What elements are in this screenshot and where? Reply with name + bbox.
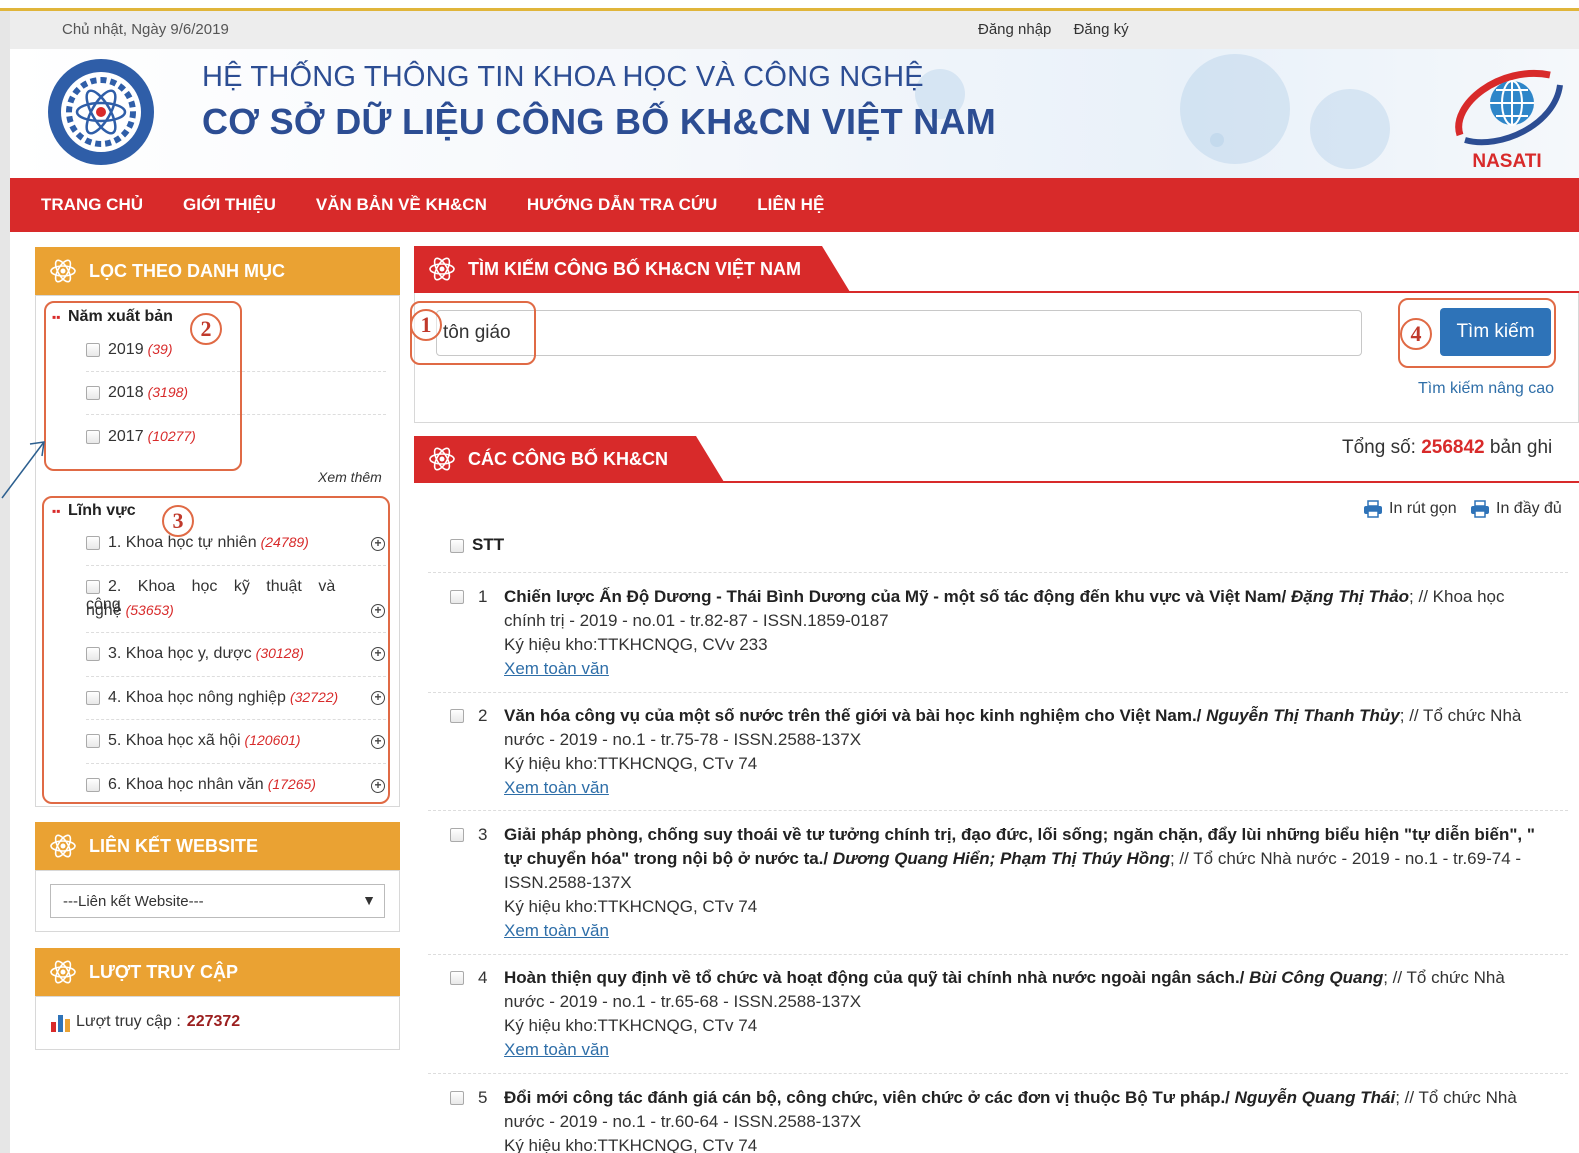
view-fulltext-link[interactable]: Xem toàn văn xyxy=(504,1040,609,1059)
record-storage: Ký hiệu kho:TTKHCNQG, CTv 74 xyxy=(504,1016,758,1035)
dropdown-arrow-icon: ▼ xyxy=(362,892,376,908)
bar-chart-icon xyxy=(51,1015,70,1032)
record-authors: Bùi Công Quang xyxy=(1249,968,1384,987)
decor-bubble xyxy=(1210,133,1224,147)
links-panel-title: LIÊN KẾT WEBSITE xyxy=(89,835,259,856)
year-more-link[interactable]: Xem thêm xyxy=(318,469,382,485)
main-nav: TRANG CHỦ GIỚI THIỆU VĂN BẢN VỀ KH&CN HƯ… xyxy=(10,178,1579,232)
record-authors: Nguyễn Quang Thái xyxy=(1234,1088,1396,1107)
record-title[interactable]: Hoàn thiện quy định về tổ chức và hoạt đ… xyxy=(504,968,1244,987)
record-title[interactable]: Đổi mới công tác đánh giá cán bộ, công c… xyxy=(504,1088,1230,1107)
record-checkbox[interactable] xyxy=(450,1091,464,1105)
decor-bubble xyxy=(1310,89,1390,169)
search-section-header: TÌM KIẾM CÔNG BỐ KH&CN VIỆT NAM xyxy=(414,246,850,292)
view-fulltext-link[interactable]: Xem toàn văn xyxy=(504,778,609,797)
printer-icon xyxy=(1471,500,1489,518)
annotation-marker-4: 4 xyxy=(1400,318,1432,350)
auth-links: Đăng nhập Đăng ký xyxy=(978,21,1147,38)
record-authors: Nguyễn Thị Thanh Thủy xyxy=(1206,706,1400,725)
record-checkbox[interactable] xyxy=(450,971,464,985)
database-title: CƠ SỞ DỮ LIỆU CÔNG BỐ KH&CN VIỆT NAM xyxy=(202,101,997,142)
result-record: 4 Hoàn thiện quy định về tổ chức và hoạt… xyxy=(450,966,1550,1062)
atom-icon xyxy=(50,960,76,984)
result-record: 1 Chiến lược Ấn Độ Dương - Thái Bình Dươ… xyxy=(450,585,1550,681)
ministry-logo[interactable] xyxy=(46,57,156,167)
annotation-arrow xyxy=(1,441,45,499)
visits-panel-title: LƯỢT TRUY CẬP xyxy=(89,961,238,982)
result-record: 5 Đổi mới công tác đánh giá cán bộ, công… xyxy=(450,1086,1550,1153)
results-section-header: CÁC CÔNG BỐ KH&CN xyxy=(414,436,724,482)
filter-panel-header: LỌC THEO DANH MỤC xyxy=(35,247,400,295)
record-storage: Ký hiệu kho:TTKHCNQG, CVv 233 xyxy=(504,635,768,654)
decor-bubble xyxy=(1180,54,1290,164)
visit-count: 227372 xyxy=(186,1013,241,1030)
divider xyxy=(428,572,1568,573)
nasati-logo-text: NASATI xyxy=(1472,151,1541,172)
divider xyxy=(428,1073,1568,1074)
top-accent-line xyxy=(0,0,1579,11)
nasati-logo[interactable]: NASATI xyxy=(1440,55,1575,173)
results-section-title: CÁC CÔNG BỐ KH&CN xyxy=(468,448,668,469)
record-storage: Ký hiệu kho:TTKHCNQG, CTv 74 xyxy=(504,897,758,916)
record-checkbox[interactable] xyxy=(450,828,464,842)
select-all-checkbox[interactable] xyxy=(450,538,464,553)
filter-panel-title: LỌC THEO DANH MỤC xyxy=(89,260,285,281)
nav-home[interactable]: TRANG CHỦ xyxy=(41,195,143,215)
visits-panel-header: LƯỢT TRUY CẬP xyxy=(35,948,400,996)
view-fulltext-link[interactable]: Xem toàn văn xyxy=(504,921,609,940)
result-record: 2 Văn hóa công vụ của một số nước trên t… xyxy=(450,704,1550,800)
divider xyxy=(428,692,1568,693)
links-panel-header: LIÊN KẾT WEBSITE xyxy=(35,822,400,870)
left-gutter xyxy=(0,11,10,1153)
search-section-title: TÌM KIẾM CÔNG BỐ KH&CN VIỆT NAM xyxy=(468,258,801,279)
current-date: Chủ nhật, Ngày 9/6/2019 xyxy=(62,21,229,38)
system-title: HỆ THỐNG THÔNG TIN KHOA HỌC VÀ CÔNG NGHỆ xyxy=(202,61,924,93)
record-storage: Ký hiệu kho:TTKHCNQG, CTv 74 xyxy=(504,1136,758,1153)
total-count: 256842 xyxy=(1421,437,1485,458)
website-link-select[interactable]: ---Liên kết Website--- ▼ xyxy=(50,884,385,918)
record-title[interactable]: Văn hóa công vụ của một số nước trên thế… xyxy=(504,706,1201,725)
top-bar: Chủ nhật, Ngày 9/6/2019 Đăng nhập Đăng k… xyxy=(10,11,1579,49)
visit-counter: Lượt truy cập :227372 xyxy=(50,1012,240,1032)
atom-icon xyxy=(428,445,456,473)
select-all-header[interactable]: STT xyxy=(450,535,504,555)
login-link[interactable]: Đăng nhập xyxy=(978,21,1051,38)
divider xyxy=(428,954,1568,955)
results-total: Tổng số: 256842 bản ghi xyxy=(1342,437,1553,458)
site-header: HỆ THỐNG THÔNG TIN KHOA HỌC VÀ CÔNG NGHỆ… xyxy=(10,49,1579,178)
record-checkbox[interactable] xyxy=(450,709,464,723)
annotation-marker-3: 3 xyxy=(162,505,194,537)
print-short-button[interactable]: In rút gọn xyxy=(1363,500,1457,518)
nav-documents[interactable]: VĂN BẢN VỀ KH&CN xyxy=(316,195,487,215)
record-title[interactable]: Chiến lược Ấn Độ Dương - Thái Bình Dương… xyxy=(504,587,1286,606)
view-fulltext-link[interactable]: Xem toàn văn xyxy=(504,659,609,678)
annotation-marker-1: 1 xyxy=(410,309,442,341)
nav-contact[interactable]: LIÊN HỆ xyxy=(757,195,824,215)
record-authors: Đặng Thị Thảo xyxy=(1291,587,1410,606)
result-record: 3 Giải pháp phòng, chống suy thoái về tư… xyxy=(450,823,1550,943)
record-checkbox[interactable] xyxy=(450,590,464,604)
record-authors: Dương Quang Hiển; Phạm Thị Thúy Hồng xyxy=(832,849,1170,868)
atom-icon xyxy=(50,834,76,858)
print-full-button[interactable]: In đầy đủ xyxy=(1470,500,1562,518)
search-input[interactable] xyxy=(436,310,1362,356)
annotation-box-field-filter xyxy=(42,496,390,804)
nav-about[interactable]: GIỚI THIỆU xyxy=(183,195,276,215)
register-link[interactable]: Đăng ký xyxy=(1074,21,1129,38)
printer-icon xyxy=(1364,500,1382,518)
annotation-marker-2: 2 xyxy=(190,313,222,345)
divider xyxy=(428,810,1568,811)
advanced-search-link[interactable]: Tìm kiếm nâng cao xyxy=(1418,380,1554,398)
atom-icon xyxy=(50,259,76,283)
nav-search-guide[interactable]: HƯỚNG DẪN TRA CỨU xyxy=(527,195,717,215)
atom-icon xyxy=(428,255,456,283)
record-storage: Ký hiệu kho:TTKHCNQG, CTv 74 xyxy=(504,754,758,773)
